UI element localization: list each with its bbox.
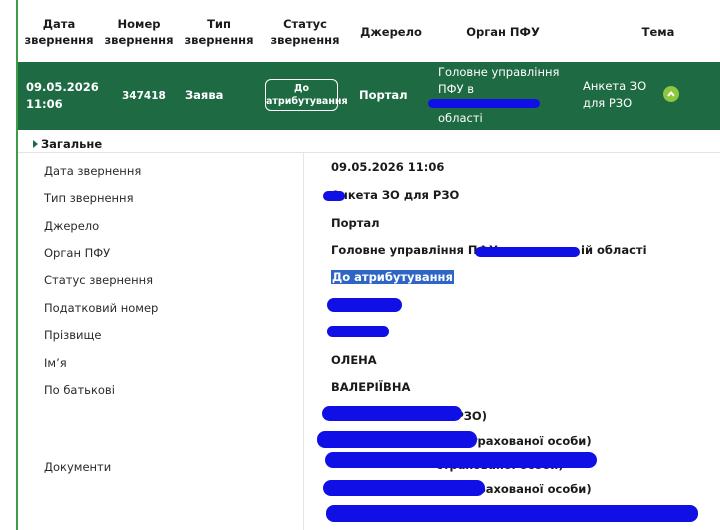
row-organ-line4: області [438,111,483,125]
label-status: Статус звернення [44,273,154,287]
label-surname: Прізвище [44,328,102,342]
redaction-mark [322,406,462,421]
row-number: 347418 [122,90,166,102]
label-patronymic: По батькові [44,383,115,397]
table-row-selected[interactable]: 09.05.2026 11:06 347418 Заява До атрибут… [18,62,720,130]
header-source[interactable]: Джерело [356,24,426,40]
label-organ: Орган ПФУ [44,246,111,260]
label-date: Дата звернення [44,164,142,178]
section-toggle-general[interactable]: Загальне [33,137,102,151]
header-organ[interactable]: Орган ПФУ [448,24,558,40]
redaction-mark [327,298,402,312]
redaction-mark [326,505,698,522]
chevron-up-icon[interactable] [663,86,679,102]
header-status[interactable]: Статус звернення [268,16,342,48]
section-title: Загальне [41,137,103,151]
row-date: 09.05.2026 11:06 [26,80,99,111]
header-type[interactable]: Тип звернення [184,16,254,48]
label-source: Джерело [44,219,100,233]
redaction-mark [325,452,597,468]
value-type: Анкета ЗО для РЗО [331,188,460,202]
label-type: Тип звернення [44,191,134,205]
redaction-mark [327,326,389,337]
row-organ-line2: ПФУ в [438,82,474,96]
value-source: Портал [331,216,380,230]
table-header: Дата звернення Номер звернення Тип зверн… [18,0,720,62]
header-topic[interactable]: Тема [618,24,698,40]
value-patronymic: ВАЛЕРІЇВНА [331,380,411,394]
value-organ-end: ій області [581,243,647,257]
redaction-mark [323,191,345,201]
value-name: ОЛЕНА [331,353,377,367]
redaction-mark [475,247,580,257]
caret-right-icon [33,140,38,148]
label-name: Ім’я [44,356,67,370]
divider [18,152,720,153]
header-number[interactable]: Номер звернення [104,16,174,48]
row-type: Заява [185,88,224,102]
value-status[interactable]: До атрибутування [331,270,454,284]
row-organ-line1: Головне управління [438,65,560,79]
redaction-mark [428,99,540,108]
row-topic: Анкета ЗО для РЗО [583,79,647,110]
label-tax-number: Податковий номер [44,301,159,315]
redaction-mark [323,480,485,496]
column-divider [303,153,304,530]
row-source: Портал [359,88,408,102]
label-documents: Документи [44,460,112,474]
redaction-mark [317,431,477,448]
document-link[interactable]: страхованої особи) [464,434,592,448]
value-date: 09.05.2026 11:06 [331,160,445,174]
status-badge[interactable]: До атрибутування [265,79,348,111]
header-date[interactable]: Дата звернення [22,16,96,48]
